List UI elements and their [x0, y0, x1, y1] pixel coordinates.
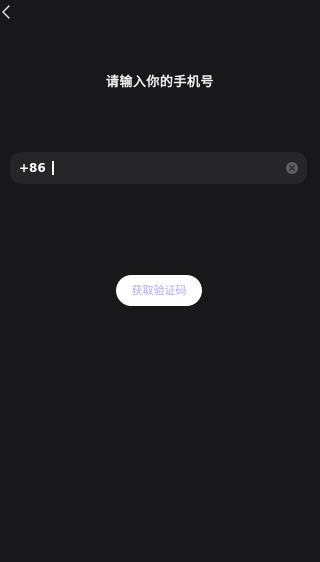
chevron-left-icon	[2, 5, 10, 19]
clear-circle-icon	[289, 165, 295, 171]
phone-number-input[interactable]	[50, 158, 280, 178]
clear-input-button[interactable]	[286, 162, 298, 174]
text-cursor	[52, 161, 54, 175]
get-verification-code-button[interactable]: 获取验证码	[116, 275, 202, 306]
page-title: 请输入你的手机号	[105, 75, 214, 90]
country-code-selector[interactable]: +86	[19, 152, 46, 184]
login-screen: 请输入你的手机号 +86 获取验证码	[0, 0, 320, 562]
phone-number-field[interactable]: +86	[10, 152, 307, 184]
back-button[interactable]	[0, 2, 16, 22]
